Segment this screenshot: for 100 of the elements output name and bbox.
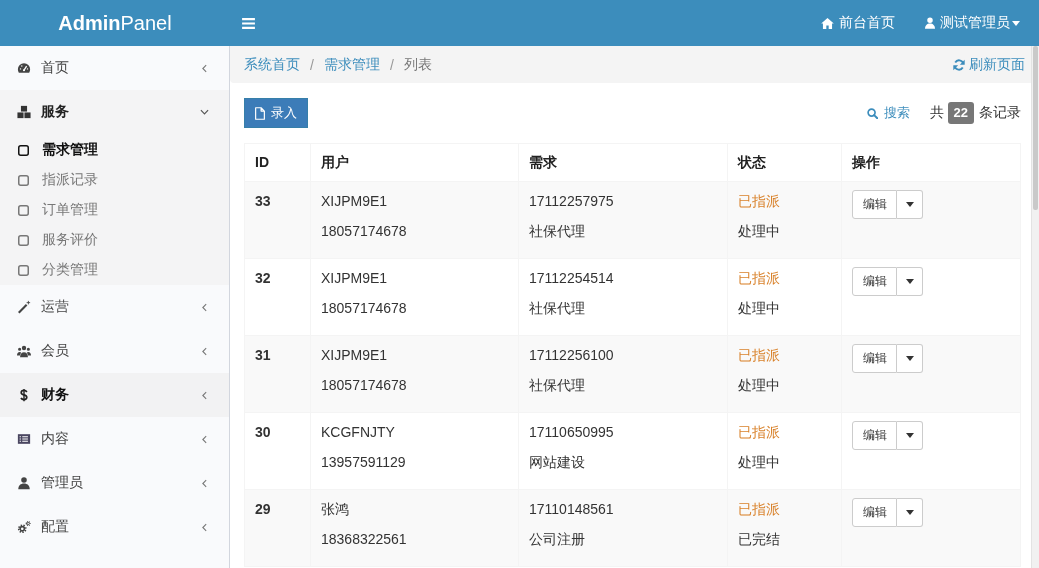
record-total-prefix: 共: [929, 104, 944, 122]
sidebar-item[interactable]: 服务: [0, 90, 229, 134]
chevron-left-icon: [202, 63, 207, 73]
add-button[interactable]: 录入: [244, 98, 308, 128]
sidebar-item[interactable]: 管理员: [0, 461, 229, 505]
order-number-text: 17112254514: [529, 269, 614, 288]
column-header: 用户: [321, 154, 349, 170]
username-text: XIJPM9E1: [321, 269, 388, 288]
gears-icon: [17, 520, 31, 534]
search-link[interactable]: 搜索: [866, 104, 910, 122]
logo-text: AdminPanel: [58, 11, 172, 35]
chevron-left-icon: [202, 478, 207, 488]
user-menu[interactable]: 测试管理员: [910, 0, 1035, 46]
progress-status-text: 已完结: [738, 530, 780, 549]
dropdown-toggle-button[interactable]: [897, 498, 923, 527]
scrollbar-thumb[interactable]: [1033, 46, 1038, 210]
service-type-text: 社保代理: [529, 222, 585, 241]
dropdown-toggle-button[interactable]: [897, 267, 923, 296]
breadcrumb-separator: /: [388, 56, 395, 73]
sidebar-item[interactable]: 运营: [0, 285, 229, 329]
sidebar-item[interactable]: 财务: [0, 373, 229, 417]
edit-button[interactable]: 编辑: [852, 344, 897, 373]
service-type-text: 社保代理: [529, 299, 585, 318]
service-type-text: 网站建设: [529, 453, 585, 472]
cubes-icon: [17, 105, 31, 119]
phone-text: 18368322561: [321, 530, 407, 549]
username-text: KCGFNJTY: [321, 423, 395, 442]
square-icon: [18, 264, 29, 276]
username-text: XIJPM9E1: [321, 346, 388, 365]
file-icon: [255, 106, 265, 120]
chevron-left-icon: [202, 302, 207, 312]
submenu-item[interactable]: 订单管理: [0, 195, 229, 225]
square-icon: [18, 204, 29, 216]
order-number-text: 17112256100: [529, 346, 614, 365]
chevron-down-icon: [200, 109, 209, 115]
sidebar-item[interactable]: 会员: [0, 329, 229, 373]
sidebar-item[interactable]: 内容: [0, 417, 229, 461]
id-cell-text: 29: [255, 500, 271, 519]
record-total-suffix: 条记录: [979, 104, 1021, 122]
order-number-text: 17110148561: [529, 500, 614, 519]
progress-status-text: 处理中: [738, 299, 780, 318]
breadcrumb-separator: /: [309, 56, 315, 73]
username-text: XIJPM9E1: [321, 192, 388, 211]
assign-status-text: 已指派: [738, 346, 780, 365]
column-header: ID: [255, 154, 269, 170]
column-header: 状态: [738, 154, 766, 170]
sidebar-item[interactable]: 首页: [0, 46, 229, 90]
edit-button[interactable]: 编辑: [852, 190, 897, 219]
dropdown-toggle-button[interactable]: [897, 190, 923, 219]
phone-text: 18057174678: [321, 299, 407, 318]
username-text: 张鸿: [321, 500, 349, 519]
submenu-item[interactable]: 分类管理: [0, 255, 229, 285]
id-cell-text: 31: [255, 346, 271, 365]
id-cell-text: 30: [255, 423, 271, 442]
edit-button[interactable]: 编辑: [852, 267, 897, 296]
chevron-left-icon: [202, 390, 207, 400]
progress-status-text: 处理中: [738, 376, 780, 395]
service-type-text: 社保代理: [529, 376, 585, 395]
edit-button[interactable]: 编辑: [852, 421, 897, 450]
refresh-link[interactable]: 刷新页面: [953, 55, 1025, 74]
record-count-badge: 22: [947, 102, 974, 124]
chevron-left-icon: [202, 434, 207, 444]
submenu-item[interactable]: 服务评价: [0, 225, 229, 255]
id-cell-text: 33: [255, 192, 271, 211]
breadcrumb-link[interactable]: 需求管理: [323, 55, 380, 74]
gauge-icon: [17, 61, 31, 75]
chevron-left-icon: [202, 346, 207, 356]
breadcrumb-current: 列表: [403, 55, 432, 74]
sidebar-item[interactable]: 配置: [0, 505, 229, 549]
service-type-text: 公司注册: [529, 530, 585, 549]
assign-status-text: 已指派: [738, 500, 780, 519]
menu-icon[interactable]: [242, 17, 255, 29]
assign-status-text: 已指派: [738, 192, 780, 211]
id-cell-text: 32: [255, 269, 271, 288]
home-link[interactable]: 前台首页: [806, 0, 910, 46]
caret-icon: [905, 433, 914, 438]
breadcrumb-link[interactable]: 系统首页: [244, 55, 300, 74]
phone-text: 18057174678: [321, 376, 407, 395]
caret-icon: [905, 279, 914, 284]
order-number-text: 17110650995: [529, 423, 614, 442]
magic-wand-icon: [17, 300, 31, 314]
home-icon: [821, 17, 834, 29]
order-number-text: 17112257975: [529, 192, 614, 211]
user-icon: [925, 17, 935, 29]
dollar-icon: [17, 388, 31, 402]
edit-button[interactable]: 编辑: [852, 498, 897, 527]
submenu-item[interactable]: 指派记录: [0, 165, 229, 195]
column-header: 需求: [529, 154, 557, 170]
chevron-left-icon: [202, 522, 207, 532]
square-icon: [18, 234, 29, 246]
caret-icon: [905, 202, 914, 207]
dropdown-toggle-button[interactable]: [897, 344, 923, 373]
search-icon: [866, 107, 878, 119]
caret-icon: [905, 510, 914, 515]
assign-status-text: 已指派: [738, 269, 780, 288]
dropdown-toggle-button[interactable]: [897, 421, 923, 450]
square-icon: [18, 144, 29, 156]
progress-status-text: 处理中: [738, 453, 780, 472]
users-icon: [17, 344, 31, 358]
submenu-item[interactable]: 需求管理: [0, 135, 229, 165]
